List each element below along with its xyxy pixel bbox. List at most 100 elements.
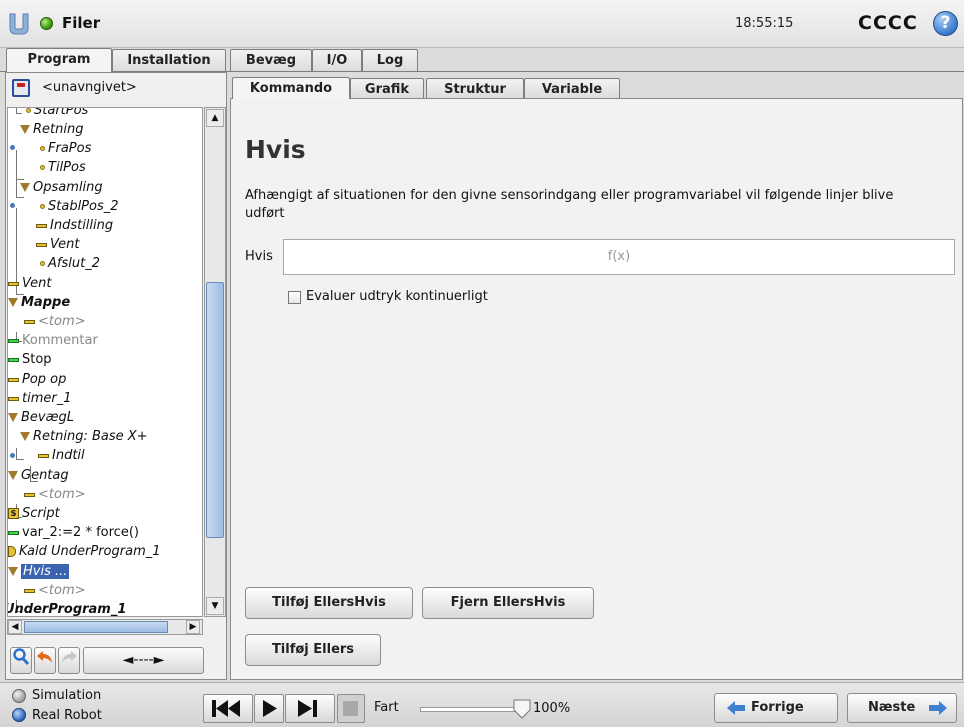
collapse-node-icon[interactable] xyxy=(10,453,15,458)
tree-item[interactable]: S Script xyxy=(8,504,60,523)
tree-item[interactable]: TilPos xyxy=(40,158,86,177)
popup-icon xyxy=(8,377,19,382)
real-robot-label[interactable]: Real Robot xyxy=(32,708,102,723)
add-elseif-button[interactable]: Tilføj EllersHvis xyxy=(245,587,413,619)
tab-structure[interactable]: Struktur xyxy=(426,78,524,98)
play-icon xyxy=(263,700,277,717)
robot-name: CCCC xyxy=(858,12,918,34)
tab-variables[interactable]: Variable xyxy=(524,78,620,98)
tree-item[interactable]: Pop op xyxy=(8,370,66,389)
arrow-left-icon xyxy=(727,701,745,715)
rewind-button[interactable] xyxy=(203,694,253,723)
tree-item[interactable]: Kommentar xyxy=(8,331,98,350)
comment-icon xyxy=(8,338,19,343)
collapse-node-icon[interactable] xyxy=(10,145,15,150)
help-icon[interactable]: ? xyxy=(933,11,958,36)
tab-log[interactable]: Log xyxy=(362,49,418,71)
tree-item[interactable]: BevægL xyxy=(8,408,74,427)
expression-label: Hvis xyxy=(245,249,273,264)
previous-button[interactable]: Forrige xyxy=(714,693,838,723)
tree-item[interactable]: Afslut_2 xyxy=(40,254,100,273)
script-icon: S xyxy=(8,508,19,519)
tree-item[interactable]: Vent xyxy=(8,274,51,293)
tree-item[interactable]: StablPos_2 xyxy=(40,197,119,216)
tree-item[interactable]: Opsamling xyxy=(20,178,103,197)
speed-label: Fart xyxy=(374,700,399,715)
tab-graphics[interactable]: Grafik xyxy=(350,78,424,98)
save-icon[interactable] xyxy=(12,79,30,97)
tree-item[interactable]: <tom> xyxy=(24,581,86,600)
add-else-button[interactable]: Tilføj Ellers xyxy=(245,634,381,666)
tree-item[interactable]: FraPos xyxy=(40,139,91,158)
tree-item[interactable]: Kald UnderProgram_1 xyxy=(8,542,161,561)
tree-item[interactable]: Mappe xyxy=(8,293,70,312)
status-indicator-icon xyxy=(40,17,53,30)
scroll-up-icon[interactable]: ▲ xyxy=(206,109,224,127)
arrow-right-icon xyxy=(929,701,947,715)
tab-program[interactable]: Program xyxy=(6,48,112,72)
expression-field[interactable]: f(x) xyxy=(283,239,955,275)
speed-slider[interactable] xyxy=(420,707,515,712)
tree-vertical-scrollbar[interactable]: ▲ ▼ xyxy=(204,107,226,617)
tree-item[interactable]: <tom> xyxy=(24,485,86,504)
folder-expanded-icon xyxy=(8,298,18,307)
undo-icon[interactable] xyxy=(34,647,56,674)
program-name: <unavngivet> xyxy=(42,80,137,95)
tree-horizontal-scrollbar[interactable]: ◀ ▶ xyxy=(7,619,203,635)
remove-elseif-button[interactable]: Fjern EllersHvis xyxy=(422,587,594,619)
stop-button[interactable] xyxy=(337,694,365,723)
tab-move[interactable]: Bevæg xyxy=(230,49,312,71)
scroll-down-icon[interactable]: ▼ xyxy=(206,597,224,615)
clock: 18:55:15 xyxy=(735,16,794,31)
tree-item[interactable]: Indstilling xyxy=(36,216,113,235)
tree-item[interactable]: Gentag xyxy=(8,466,69,485)
command-icon xyxy=(24,588,35,593)
next-button[interactable]: Næste xyxy=(847,693,957,723)
tree-item[interactable]: Indtil xyxy=(38,446,85,465)
bottom-bar: Simulation Real Robot Fart 100% Forrige … xyxy=(0,682,964,727)
tree-item[interactable]: timer_1 xyxy=(8,389,72,408)
scroll-thumb[interactable] xyxy=(206,282,224,538)
waypoint-icon xyxy=(40,146,45,151)
description-text: Afhængigt af situationen for den givne s… xyxy=(245,188,894,221)
stop-icon xyxy=(343,701,358,716)
tree-item[interactable]: <tom> xyxy=(24,312,86,331)
program-tree-panel: <unavngivet> StartPos Retning FraPos Til… xyxy=(5,72,227,680)
program-tree[interactable]: StartPos Retning FraPos TilPos Opsamling… xyxy=(7,107,203,617)
tree-item[interactable]: Vent xyxy=(36,235,79,254)
scroll-left-icon[interactable]: ◀ xyxy=(8,620,22,634)
tree-item[interactable]: var_2:=2 * force() xyxy=(8,523,139,542)
simulation-label[interactable]: Simulation xyxy=(32,688,101,703)
collapse-node-icon[interactable] xyxy=(10,203,15,208)
tree-item[interactable]: StartPos xyxy=(26,108,88,120)
file-menu[interactable]: Filer xyxy=(62,14,100,32)
step-icon xyxy=(298,700,317,717)
play-button[interactable] xyxy=(254,694,284,723)
tab-installation[interactable]: Installation xyxy=(112,49,226,71)
tree-item-selected[interactable]: Hvis ... xyxy=(8,562,70,581)
tree-connector xyxy=(16,448,24,460)
waypoint-icon xyxy=(40,204,45,209)
command-icon xyxy=(24,492,35,497)
speed-slider-handle[interactable] xyxy=(512,698,532,720)
scroll-thumb[interactable] xyxy=(24,621,168,633)
command-icon xyxy=(36,223,47,228)
search-icon[interactable] xyxy=(10,647,32,674)
tree-item[interactable]: Retning xyxy=(20,120,83,139)
speed-value: 100% xyxy=(533,701,571,716)
evaluate-continuously-checkbox[interactable] xyxy=(288,291,301,304)
real-robot-radio-icon[interactable] xyxy=(12,708,26,722)
tab-io[interactable]: I/O xyxy=(312,49,362,71)
scroll-right-icon[interactable]: ▶ xyxy=(186,620,200,634)
tree-item[interactable]: Retning: Base X+ xyxy=(20,427,148,446)
tree-item[interactable]: UnderProgram_1 xyxy=(8,600,126,616)
command-icon xyxy=(8,281,19,286)
step-button[interactable] xyxy=(285,694,335,723)
waypoint-icon xyxy=(26,108,31,113)
simulation-radio-icon[interactable] xyxy=(12,689,26,703)
redo-icon[interactable] xyxy=(58,647,80,674)
tree-item[interactable]: Stop xyxy=(8,350,52,369)
tab-command[interactable]: Kommando xyxy=(232,77,350,99)
move-node-button[interactable]: ◄----► xyxy=(83,647,204,674)
timer-icon xyxy=(8,396,19,401)
